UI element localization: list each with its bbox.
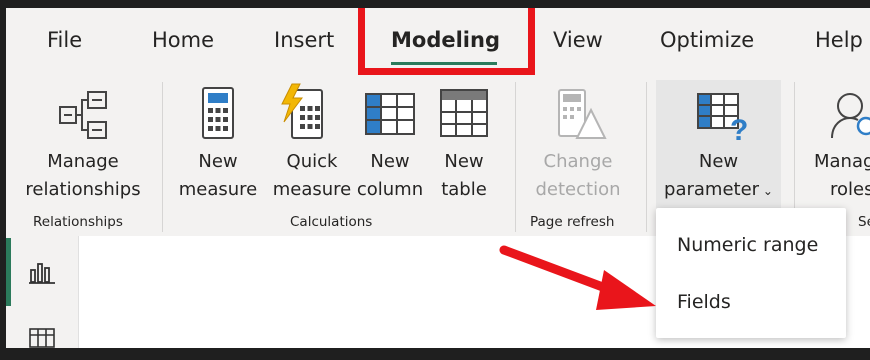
manage-roles-label-2: roles <box>830 179 870 200</box>
menu-item-numeric-range[interactable]: Numeric range <box>677 234 818 256</box>
group-label-security: Se <box>858 214 870 230</box>
group-label-page-refresh: Page refresh <box>530 214 615 230</box>
manage-roles-icon <box>828 88 870 146</box>
new-table-label-2: table <box>441 179 487 200</box>
new-column-label-2: column <box>356 179 424 200</box>
tab-help[interactable]: Help <box>815 28 863 52</box>
new-measure-label-2: measure <box>178 179 258 200</box>
report-view-icon[interactable] <box>29 260 55 288</box>
manage-roles-label-1: Manag <box>814 151 870 172</box>
change-detection-icon <box>557 88 607 146</box>
table-column-icon <box>364 92 416 140</box>
quick-measure-label-1: Quick <box>286 151 338 172</box>
new-measure-label-1: New <box>198 151 238 172</box>
active-tab-underline <box>391 62 497 65</box>
new-parameter-label-2: parameter <box>664 179 760 200</box>
svg-text:?: ? <box>730 114 748 142</box>
menu-item-fields[interactable]: Fields <box>677 291 731 313</box>
change-detection-button[interactable]: Change detection <box>533 148 623 204</box>
table-icon <box>439 88 489 142</box>
new-measure-button[interactable]: New measure <box>178 148 258 204</box>
manage-relationships-label-2: relationships <box>25 179 141 200</box>
tab-modeling[interactable]: Modeling <box>391 28 500 52</box>
new-column-label-1: New <box>370 151 410 172</box>
tab-view[interactable]: View <box>553 28 603 52</box>
new-table-label-1: New <box>444 151 484 172</box>
new-parameter-label-1: New <box>698 151 739 172</box>
separator <box>162 82 163 232</box>
separator <box>646 82 647 232</box>
calculator-icon <box>201 86 235 144</box>
new-parameter-icon: ? <box>696 92 750 147</box>
tab-insert[interactable]: Insert <box>274 28 334 52</box>
tab-home[interactable]: Home <box>152 28 214 52</box>
new-parameter-button[interactable]: New parameter ⌄ <box>656 148 781 205</box>
change-detection-label-1: Change <box>543 151 613 172</box>
group-label-relationships: Relationships <box>33 214 123 230</box>
manage-relationships-button[interactable]: Manage relationships <box>23 148 143 204</box>
manage-relationships-icon <box>56 88 112 148</box>
change-detection-label-2: detection <box>535 179 621 200</box>
power-bi-window: File Home Insert Modeling View Optimize … <box>6 8 870 348</box>
separator <box>515 82 516 232</box>
quick-measure-button[interactable]: Quick measure <box>268 148 356 204</box>
new-column-button[interactable]: New column <box>350 148 430 204</box>
manage-roles-button[interactable]: Manag roles <box>814 148 870 204</box>
new-table-button[interactable]: New table <box>426 148 502 204</box>
quick-measure-icon <box>278 82 328 144</box>
ribbon-tabs: File Home Insert Modeling View Optimize … <box>6 8 870 72</box>
chevron-down-icon: ⌄ <box>759 184 773 198</box>
group-label-calculations: Calculations <box>290 214 373 230</box>
table-view-icon[interactable] <box>29 328 55 348</box>
active-view-indicator <box>6 238 11 306</box>
manage-relationships-label-1: Manage <box>47 151 119 172</box>
tab-optimize[interactable]: Optimize <box>660 28 754 52</box>
annotation-arrow-icon <box>499 245 656 310</box>
new-parameter-dropdown: Numeric range Fields <box>656 208 846 338</box>
quick-measure-label-2: measure <box>272 179 352 200</box>
tab-file[interactable]: File <box>47 28 82 52</box>
